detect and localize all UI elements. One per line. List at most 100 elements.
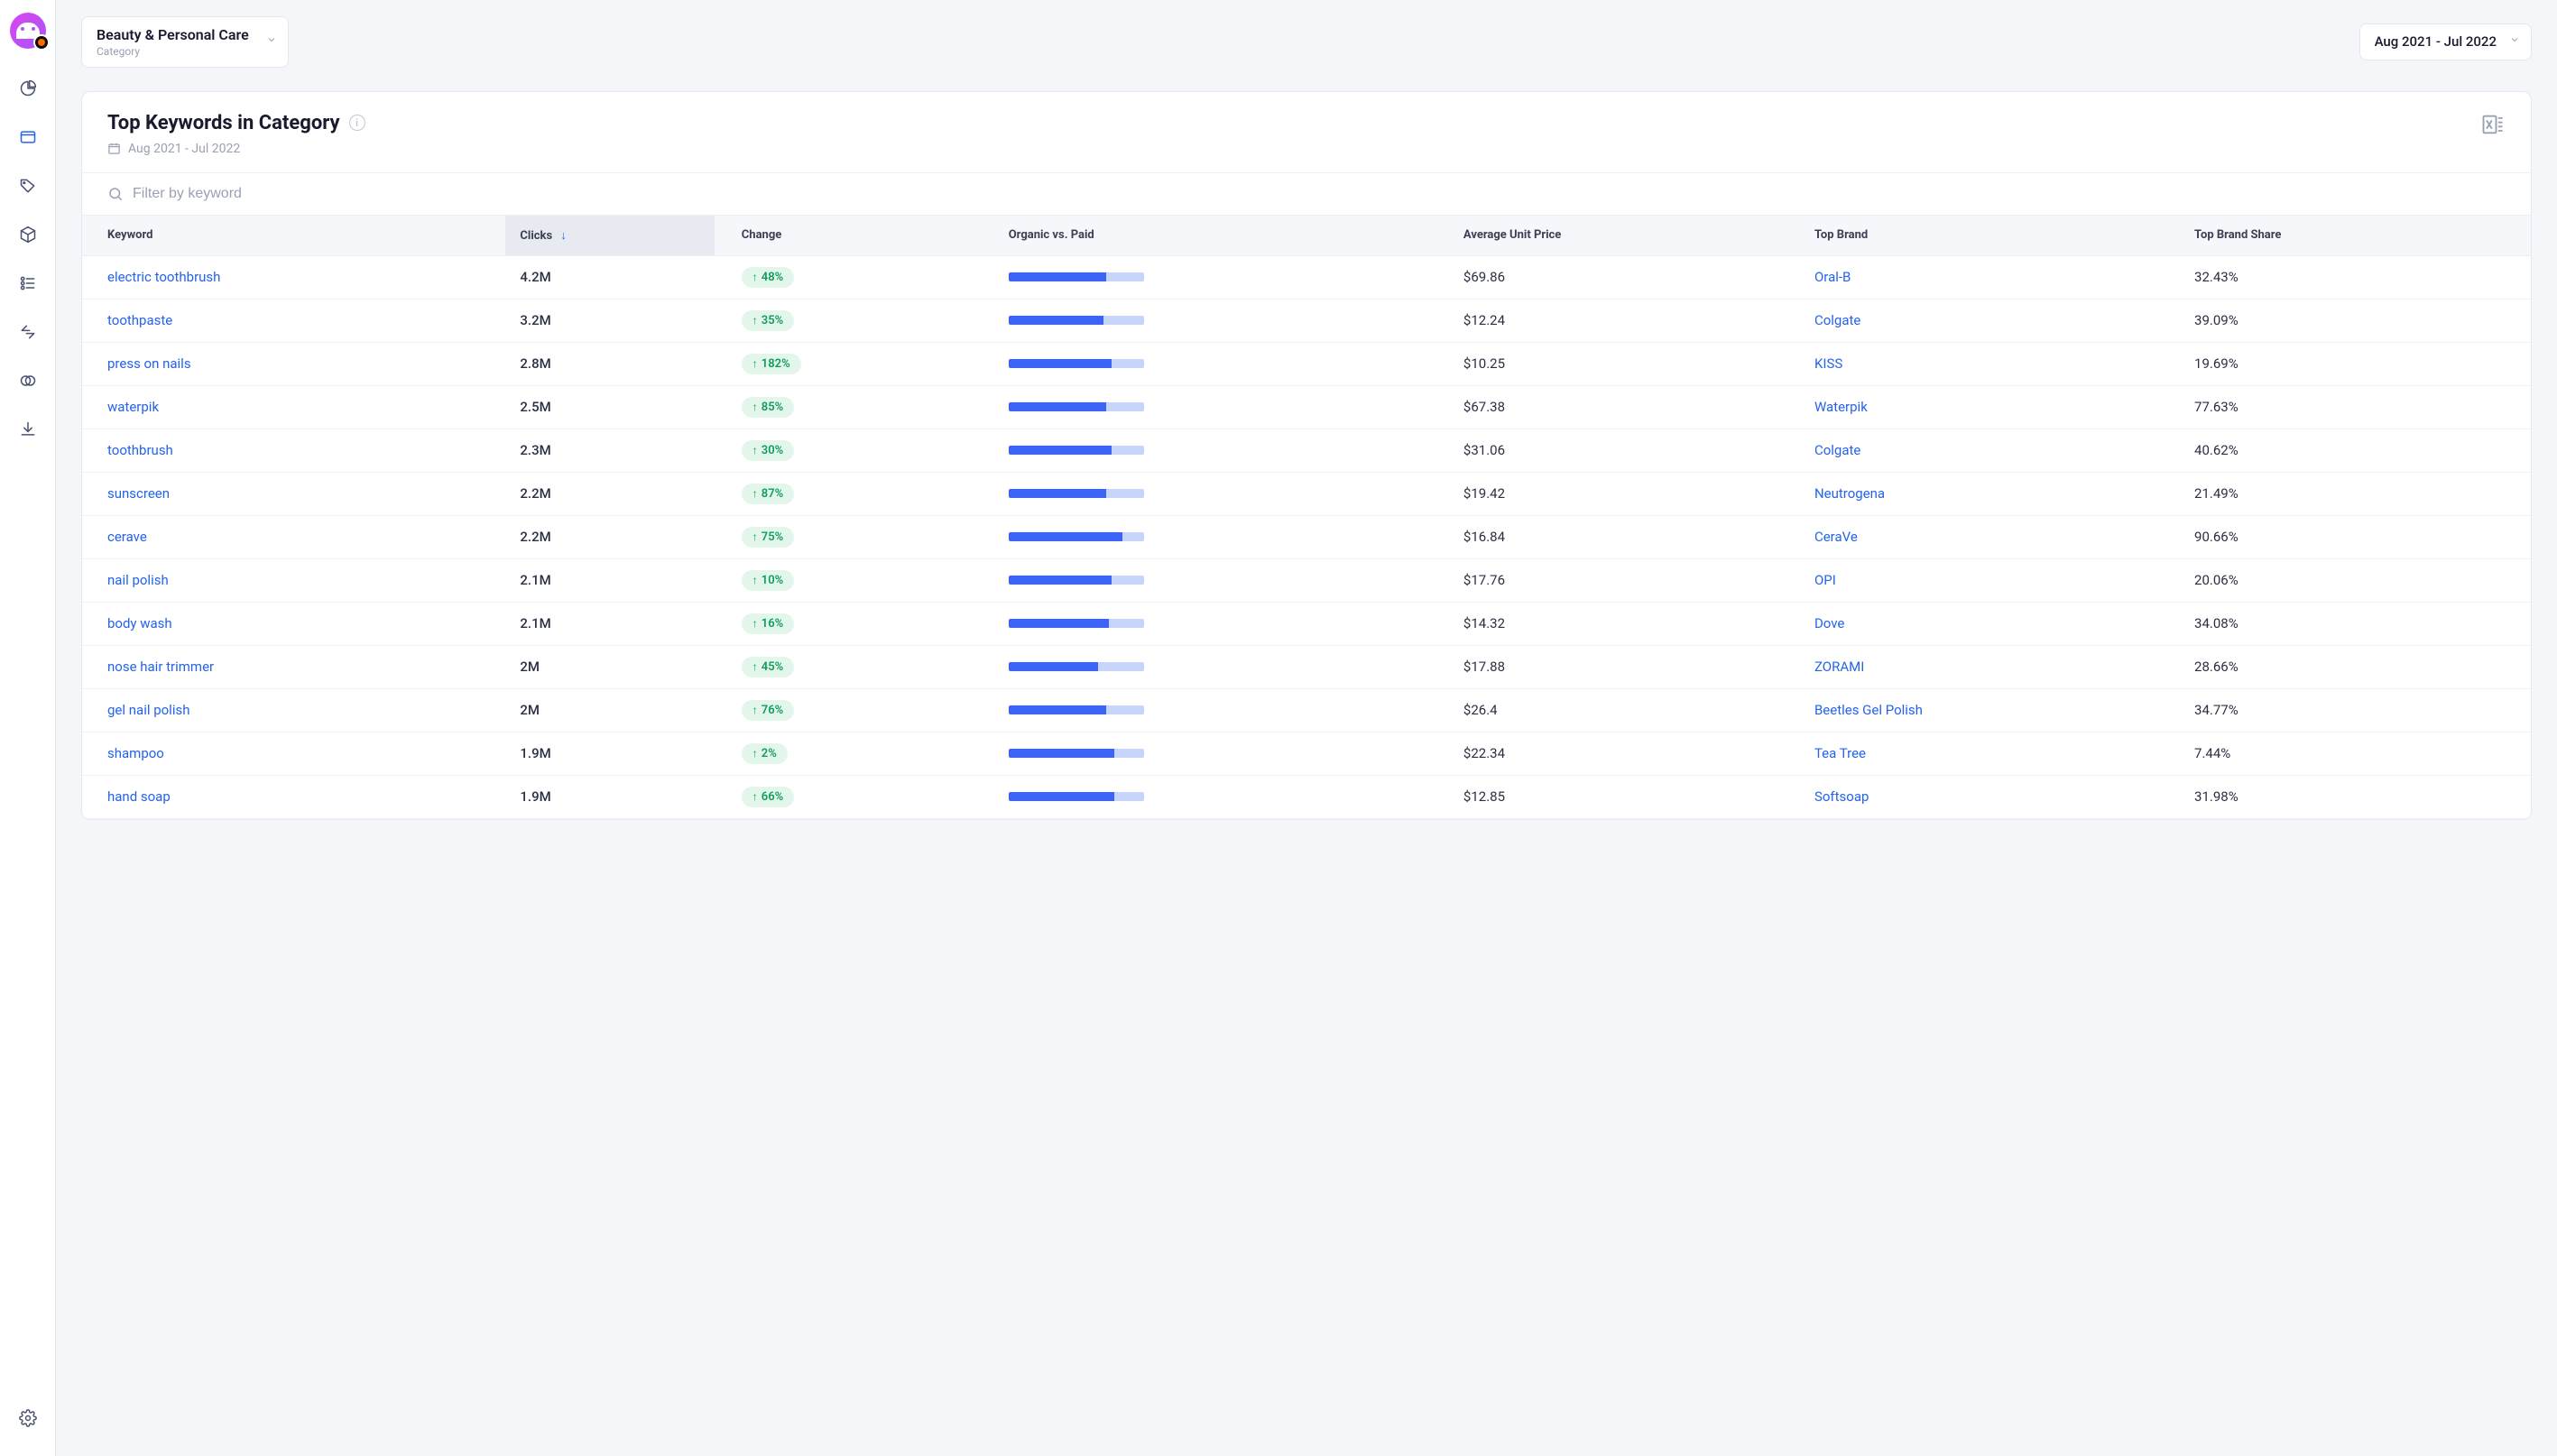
ovp-bar <box>1009 749 1144 758</box>
filter-input[interactable] <box>133 186 2506 202</box>
arrows-icon <box>19 323 37 341</box>
keyword-link[interactable]: shampoo <box>107 745 164 761</box>
keyword-link[interactable]: sunscreen <box>107 485 170 502</box>
change-pill: ↑ 87% <box>742 484 794 504</box>
ovp-bar <box>1009 446 1144 455</box>
price-cell: $26.4 <box>1449 688 1800 732</box>
brand-link[interactable]: Tea Tree <box>1814 745 1866 761</box>
brand-link[interactable]: Colgate <box>1814 312 1860 328</box>
keyword-link[interactable]: nail polish <box>107 572 169 588</box>
keyword-cell: sunscreen <box>82 472 505 515</box>
price-cell: $10.25 <box>1449 342 1800 385</box>
nav-lists[interactable] <box>12 267 44 299</box>
ovp-bar <box>1009 705 1144 714</box>
brand-link[interactable]: ZORAMI <box>1814 659 1864 675</box>
nav-settings[interactable] <box>12 1402 44 1434</box>
ovp-bar <box>1009 402 1144 411</box>
header-keyword[interactable]: Keyword <box>82 215 505 255</box>
header-change[interactable]: Change <box>715 215 994 255</box>
arrow-up-icon: ↑ <box>752 444 758 456</box>
header-brand[interactable]: Top Brand <box>1800 215 2180 255</box>
ovp-cell <box>994 429 1449 472</box>
clicks-cell: 3.2M <box>505 299 714 342</box>
change-pill: ↑ 45% <box>742 657 794 677</box>
brand-cell: Colgate <box>1800 299 2180 342</box>
brand-cell: KISS <box>1800 342 2180 385</box>
clicks-cell: 2.1M <box>505 602 714 645</box>
keyword-cell: hand soap <box>82 775 505 818</box>
nav-export[interactable] <box>12 413 44 446</box>
keyword-link[interactable]: body wash <box>107 615 172 631</box>
nav-icons <box>12 72 44 1402</box>
category-sublabel: Category <box>97 45 254 58</box>
brand-cell: OPI <box>1800 558 2180 602</box>
keyword-link[interactable]: waterpik <box>107 399 159 415</box>
brand-link[interactable]: Dove <box>1814 615 1844 631</box>
brand-cell: Tea Tree <box>1800 732 2180 775</box>
brand-link[interactable]: OPI <box>1814 572 1836 588</box>
download-icon <box>19 420 37 438</box>
header-price[interactable]: Average Unit Price <box>1449 215 1800 255</box>
excel-icon <box>2480 112 2506 137</box>
table-row: shampoo 1.9M ↑ 2% $22.34 Tea Tree 7.44% <box>82 732 2531 775</box>
cube-icon <box>19 226 37 244</box>
keywords-panel: Top Keywords in Category i Aug 2021 - Ju… <box>81 91 2532 820</box>
change-cell: ↑ 66% <box>715 775 994 818</box>
arrow-up-icon: ↑ <box>752 574 758 586</box>
brand-link[interactable]: CeraVe <box>1814 529 1858 545</box>
table-row: sunscreen 2.2M ↑ 87% $19.42 Neutrogena 2… <box>82 472 2531 515</box>
brand-link[interactable]: Waterpik <box>1814 399 1868 415</box>
brand-link[interactable]: Oral-B <box>1814 269 1851 285</box>
ovp-cell <box>994 732 1449 775</box>
nav-tags[interactable] <box>12 170 44 202</box>
nav-category[interactable] <box>12 121 44 153</box>
brand-link[interactable]: Neutrogena <box>1814 485 1885 502</box>
ovp-bar <box>1009 316 1144 325</box>
change-cell: ↑ 87% <box>715 472 994 515</box>
nav-overlap[interactable] <box>12 364 44 397</box>
date-range-selector[interactable]: Aug 2021 - Jul 2022 <box>2359 23 2532 61</box>
keyword-link[interactable]: gel nail polish <box>107 702 189 718</box>
keyword-link[interactable]: nose hair trimmer <box>107 659 214 675</box>
ovp-cell <box>994 602 1449 645</box>
brand-link[interactable]: Beetles Gel Polish <box>1814 702 1923 718</box>
arrow-up-icon: ↑ <box>752 314 758 327</box>
keyword-link[interactable]: electric toothbrush <box>107 269 220 285</box>
clicks-cell: 1.9M <box>505 775 714 818</box>
price-cell: $14.32 <box>1449 602 1800 645</box>
table-row: toothbrush 2.3M ↑ 30% $31.06 Colgate 40.… <box>82 429 2531 472</box>
price-cell: $67.38 <box>1449 385 1800 429</box>
keyword-cell: toothpaste <box>82 299 505 342</box>
keyword-link[interactable]: hand soap <box>107 788 171 805</box>
info-icon[interactable]: i <box>349 115 365 131</box>
keyword-link[interactable]: press on nails <box>107 355 191 372</box>
app-logo[interactable] <box>10 13 46 49</box>
ovp-cell <box>994 255 1449 299</box>
nav-compare[interactable] <box>12 316 44 348</box>
header-share[interactable]: Top Brand Share <box>2180 215 2531 255</box>
share-cell: 34.77% <box>2180 688 2531 732</box>
nav-overview[interactable] <box>12 72 44 105</box>
arrow-up-icon: ↑ <box>752 530 758 543</box>
category-selector[interactable]: Beauty & Personal Care Category <box>81 16 289 68</box>
header-clicks[interactable]: Clicks ↓ <box>505 215 714 255</box>
change-pill: ↑ 66% <box>742 787 794 807</box>
change-cell: ↑ 76% <box>715 688 994 732</box>
brand-link[interactable]: KISS <box>1814 355 1842 372</box>
brand-link[interactable]: Colgate <box>1814 442 1860 458</box>
keyword-link[interactable]: cerave <box>107 529 147 545</box>
export-excel-button[interactable] <box>2480 112 2506 141</box>
clicks-cell: 2M <box>505 688 714 732</box>
keyword-link[interactable]: toothpaste <box>107 312 172 328</box>
share-cell: 32.43% <box>2180 255 2531 299</box>
change-cell: ↑ 10% <box>715 558 994 602</box>
brand-link[interactable]: Softsoap <box>1814 788 1869 805</box>
nav-products[interactable] <box>12 218 44 251</box>
sidebar <box>0 0 56 1456</box>
change-pill: ↑ 10% <box>742 570 794 591</box>
pie-icon <box>19 79 37 97</box>
header-ovp[interactable]: Organic vs. Paid <box>994 215 1449 255</box>
price-cell: $19.42 <box>1449 472 1800 515</box>
topbar: Beauty & Personal Care Category Aug 2021… <box>56 0 2557 84</box>
keyword-link[interactable]: toothbrush <box>107 442 173 458</box>
